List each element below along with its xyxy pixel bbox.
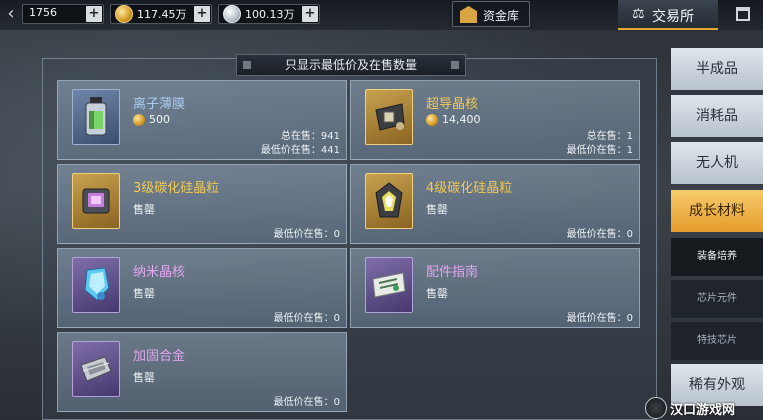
top-bar: ‹ 1756 + 117.45万 + 100.13万 + 资金库 ⚖ 交易所 [0, 0, 763, 30]
energy-currency: 1756 + [22, 4, 104, 24]
notice-bar: 只显示最低价及在售数量 [236, 54, 466, 76]
item-icon-frame [72, 89, 120, 145]
subcategory-skill-chips[interactable]: 特技芯片 [671, 322, 763, 360]
item-card[interactable]: 加固合金 售罄 最低价在售：0 [57, 332, 347, 412]
item-card[interactable]: 纳米晶核 售罄 最低价在售：0 [57, 248, 347, 328]
sold-out-label: 售罄 [133, 371, 155, 384]
total-on-sale: 总在售：941 [280, 131, 340, 142]
subcategory-label: 装备培养 [697, 251, 737, 262]
subcategory-equipment-training[interactable]: 装备培养 [671, 238, 763, 276]
sic-grain-lv4-icon [375, 182, 403, 218]
silver-coin-icon [223, 5, 241, 23]
lowest-price-on-sale: 最低价在售：1 [566, 145, 633, 156]
item-name: 离子薄膜 [133, 97, 186, 112]
gold-coin-icon [115, 5, 133, 23]
category-growth-materials[interactable]: 成长材料 [671, 190, 763, 232]
subcategory-label: 芯片元件 [697, 293, 737, 304]
vault-icon [460, 6, 477, 23]
vault-label: 资金库 [483, 9, 520, 23]
watermark-logo-icon [645, 397, 667, 419]
gold-value: 117.45万 [137, 8, 187, 21]
category-semi-finished[interactable]: 半成品 [671, 48, 763, 90]
category-label: 无人机 [696, 155, 738, 171]
lowest-price-on-sale: 最低价在售：0 [273, 313, 340, 324]
vault-button[interactable]: 资金库 [452, 1, 530, 27]
price-value: 500 [149, 113, 170, 126]
lowest-price-on-sale: 最低价在售：0 [273, 397, 340, 408]
tab-shop[interactable] [730, 0, 763, 30]
energy-value: 1756 [29, 6, 57, 19]
back-arrow-icon[interactable]: ‹ [0, 2, 22, 26]
category-label: 半成品 [696, 61, 738, 77]
item-card[interactable]: 4级碳化硅晶粒 售罄 最低价在售：0 [350, 164, 640, 244]
lowest-price-on-sale: 最低价在售：0 [566, 313, 633, 324]
lowest-price-on-sale: 最低价在售：0 [566, 229, 633, 240]
sic-grain-lv3-icon [82, 188, 110, 214]
category-label: 稀有外观 [689, 377, 745, 393]
item-icon-frame [72, 341, 120, 397]
sold-out-label: 售罄 [133, 287, 155, 300]
subcategory-chip-components[interactable]: 芯片元件 [671, 280, 763, 318]
watermark-text: 汉口游戏网 [670, 403, 736, 418]
item-name: 3级碳化硅晶粒 [133, 181, 220, 196]
gold-coin-icon [426, 114, 438, 126]
lowest-price-on-sale: 最低价在售：0 [273, 229, 340, 240]
item-name: 超导晶核 [426, 97, 479, 112]
add-gold-button[interactable]: + [194, 6, 210, 22]
add-silver-button[interactable]: + [302, 6, 318, 22]
item-card[interactable]: 配件指南 售罄 最低价在售：0 [350, 248, 640, 328]
category-label: 成长材料 [689, 203, 745, 219]
item-name: 加固合金 [133, 349, 186, 364]
item-card[interactable]: 超导晶核 14,400 总在售：1 最低价在售：1 [350, 80, 640, 160]
category-consumables[interactable]: 消耗品 [671, 95, 763, 137]
subcategory-label: 特技芯片 [697, 335, 737, 346]
watermark: 汉口游戏网 [645, 397, 763, 420]
item-icon-frame [72, 173, 120, 229]
tab-exchange-label: 交易所 [652, 9, 694, 25]
item-card[interactable]: 离子薄膜 500 总在售：941 最低价在售：441 [57, 80, 347, 160]
item-icon-frame [365, 257, 413, 313]
item-icon-frame [365, 173, 413, 229]
superconducting-core-icon [375, 103, 405, 131]
gold-currency: 117.45万 + [110, 4, 212, 24]
item-icon-frame [72, 257, 120, 313]
category-label: 消耗品 [696, 108, 738, 124]
lowest-price-on-sale: 最低价在售：441 [260, 145, 340, 156]
sold-out-label: 售罄 [426, 203, 448, 216]
nano-crystal-core-icon [84, 267, 110, 301]
item-card[interactable]: 3级碳化硅晶粒 售罄 最低价在售：0 [57, 164, 347, 244]
ion-film-icon [85, 97, 107, 136]
silver-currency: 100.13万 + [218, 4, 320, 24]
exchange-icon: ⚖ [632, 6, 645, 22]
silver-value: 100.13万 [245, 8, 295, 21]
sold-out-label: 售罄 [133, 203, 155, 216]
item-name: 配件指南 [426, 265, 479, 280]
tab-exchange[interactable]: ⚖ 交易所 [618, 0, 718, 30]
gold-coin-icon [133, 114, 145, 126]
parts-guide-icon [372, 272, 406, 298]
sold-out-label: 售罄 [426, 287, 448, 300]
item-name: 纳米晶核 [133, 265, 186, 280]
item-name: 4级碳化硅晶粒 [426, 181, 513, 196]
item-icon-frame [365, 89, 413, 145]
add-energy-button[interactable]: + [86, 6, 102, 22]
shop-icon [736, 7, 750, 21]
reinforced-alloy-icon [80, 356, 112, 382]
price-value: 14,400 [442, 113, 481, 126]
total-on-sale: 总在售：1 [586, 131, 633, 142]
category-drones[interactable]: 无人机 [671, 142, 763, 184]
